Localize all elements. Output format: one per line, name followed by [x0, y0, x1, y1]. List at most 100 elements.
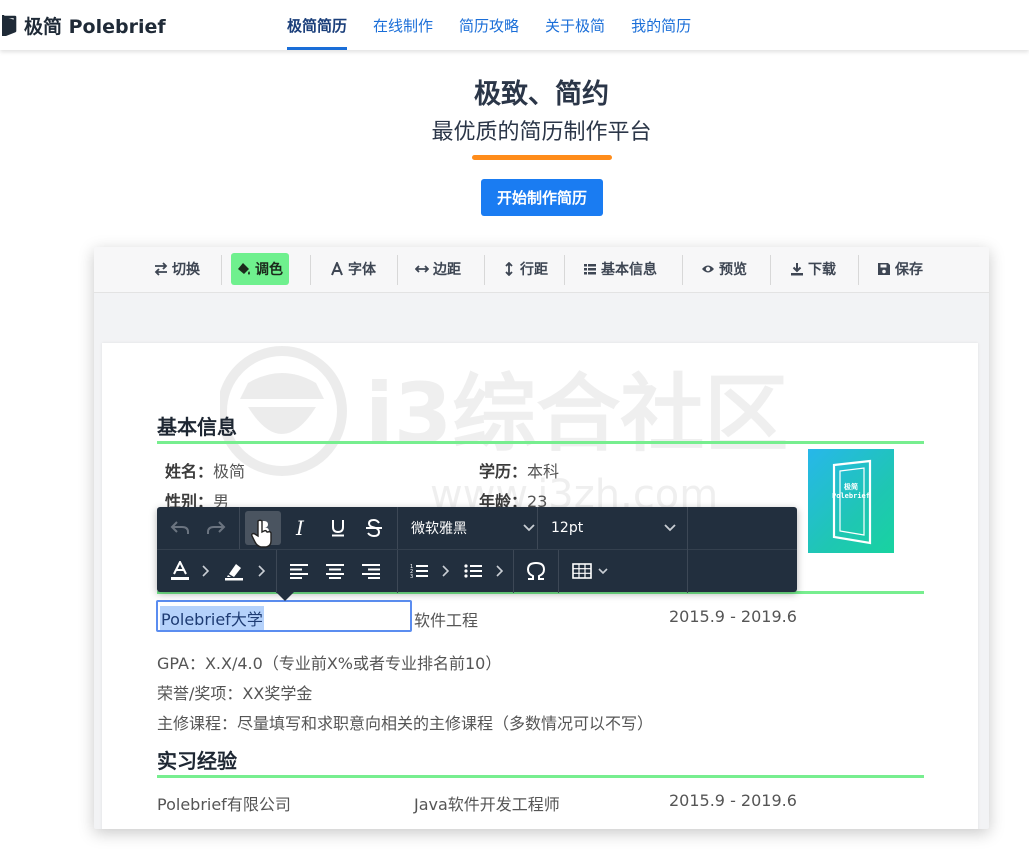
hand-cursor-icon: [251, 519, 272, 548]
toolbar-color-button[interactable]: 调色: [231, 253, 289, 285]
highlight-color-chevron[interactable]: [253, 554, 269, 588]
download-icon: [791, 263, 803, 276]
courses-line[interactable]: 主修课程：尽量填写和求职意向相关的主修课程（多数情况可以不写）: [157, 710, 653, 734]
table-chevron[interactable]: [595, 554, 611, 588]
rt-separator: [687, 508, 688, 593]
toolbar-preview-button[interactable]: 预览: [695, 253, 753, 285]
hero-divider: [472, 155, 612, 160]
resume-photo[interactable]: 极简 Polebrief: [808, 449, 894, 553]
bullet-list-button[interactable]: [459, 554, 487, 588]
numbered-list-chevron[interactable]: [437, 554, 453, 588]
education-period[interactable]: 2015.9 - 2019.6: [669, 607, 797, 626]
nav-item-about[interactable]: 关于极简: [545, 0, 605, 50]
font-family-chevron[interactable]: [523, 511, 535, 545]
highlight-color-button[interactable]: [221, 554, 247, 588]
brand[interactable]: 极简 Polebrief: [2, 13, 166, 38]
toolbar-basic-info-label: 基本信息: [601, 262, 657, 278]
numbered-list-button[interactable]: 123: [405, 554, 433, 588]
door-logo-icon: [832, 459, 872, 545]
font-icon: [331, 262, 343, 276]
toolbar-separator: [858, 255, 859, 285]
italic-button[interactable]: I: [285, 511, 315, 545]
redo-icon: [207, 521, 226, 534]
nav-item-home[interactable]: 极简简历: [287, 0, 348, 50]
underline-button[interactable]: [323, 511, 353, 545]
chevron-down-icon: [664, 524, 676, 532]
chevron-down-icon: [523, 524, 535, 532]
education-level-value: 本科: [527, 462, 560, 481]
font-family-select[interactable]: 微软雅黑: [411, 511, 467, 545]
list-icon: [584, 264, 596, 275]
font-size-select[interactable]: 12pt: [551, 511, 583, 545]
special-char-button[interactable]: [521, 554, 551, 588]
undo-button[interactable]: [165, 511, 195, 545]
redo-button[interactable]: [201, 511, 231, 545]
toolbar-separator: [397, 255, 398, 285]
strikethrough-button[interactable]: [359, 511, 389, 545]
toolbar-separator: [310, 255, 311, 285]
text-color-icon: [171, 561, 189, 580]
toolbar-basic-info-button[interactable]: 基本信息: [577, 253, 663, 285]
section-title-basic-info[interactable]: 基本信息: [157, 411, 237, 440]
section-title-internship[interactable]: 实习经验: [157, 745, 237, 774]
italic-icon: I: [296, 516, 304, 540]
education-level-field[interactable]: 学历：本科: [479, 458, 559, 482]
education-level-label: 学历：: [479, 462, 528, 481]
paint-bucket-icon: [238, 263, 250, 275]
bullet-list-icon: [464, 564, 482, 578]
toolbar-download-label: 下载: [808, 262, 836, 278]
name-field[interactable]: 姓名：极简: [165, 458, 245, 482]
major-value[interactable]: 软件工程: [414, 607, 478, 631]
nav-item-guide[interactable]: 简历攻略: [459, 0, 519, 50]
numbered-list-icon: 123: [410, 564, 428, 579]
align-right-icon: [362, 564, 380, 579]
rich-text-toolbar-row-2: 123: [157, 508, 797, 593]
eye-icon: [702, 265, 714, 273]
table-button[interactable]: [567, 554, 597, 588]
nav-item-online-make[interactable]: 在线制作: [373, 0, 433, 50]
toolbar-save-button[interactable]: 保存: [871, 253, 929, 285]
internship-period[interactable]: 2015.9 - 2019.6: [669, 791, 797, 810]
align-center-button[interactable]: [321, 554, 349, 588]
company-value[interactable]: Polebrief有限公司: [157, 791, 291, 815]
toolbar-color-label: 调色: [255, 262, 283, 278]
align-right-button[interactable]: [357, 554, 385, 588]
hero-title: 极致、简约: [474, 79, 609, 110]
rt-separator: [558, 550, 559, 593]
rt-separator: [537, 507, 538, 549]
school-input[interactable]: Polebrief大学: [156, 600, 412, 632]
underline-icon: [332, 520, 344, 537]
text-color-chevron[interactable]: [197, 554, 213, 588]
rich-text-toolbar-pointer: [276, 592, 294, 601]
toolbar-line-spacing-button[interactable]: 行距: [496, 253, 554, 285]
align-left-icon: [290, 564, 308, 579]
role-value[interactable]: Java软件开发工程师: [414, 791, 560, 815]
toolbar-margin-button[interactable]: 边距: [409, 253, 467, 285]
school-selected-text: Polebrief大学: [160, 606, 264, 630]
toolbar-switch-button[interactable]: 切换: [148, 253, 206, 285]
polebrief-logo-icon: [2, 15, 17, 36]
toolbar-separator: [221, 255, 222, 285]
name-label: 姓名：: [165, 462, 214, 481]
bullet-list-chevron[interactable]: [491, 554, 507, 588]
nav-item-my-resume[interactable]: 我的简历: [631, 0, 691, 50]
honors-line[interactable]: 荣誉/奖项：XX奖学金: [157, 680, 312, 704]
chevron-right-icon: [201, 565, 209, 577]
photo-caption: 极简 Polebrief: [832, 483, 870, 500]
toolbar-separator: [770, 255, 771, 285]
toolbar-download-button[interactable]: 下载: [784, 253, 842, 285]
toolbar-separator: [682, 255, 683, 285]
align-left-button[interactable]: [285, 554, 313, 588]
nav-links: 极简简历 在线制作 简历攻略 关于极简 我的简历: [287, 0, 717, 50]
editor-toolbar: 切换 调色 字体 边距 行距 基本信息 预览 下载 保存: [94, 247, 989, 293]
section-rule: [157, 441, 924, 444]
undo-icon: [170, 521, 189, 534]
text-color-button[interactable]: [167, 554, 193, 588]
strikethrough-icon: [366, 519, 382, 537]
toolbar-font-button[interactable]: 字体: [324, 253, 382, 285]
top-nav: 极简 Polebrief 极简简历 在线制作 简历攻略 关于极简 我的简历: [0, 0, 1029, 50]
start-resume-button[interactable]: 开始制作简历: [481, 179, 603, 216]
gpa-line[interactable]: GPA：X.X/4.0（专业前X%或者专业排名前10）: [157, 650, 501, 674]
font-size-chevron[interactable]: [664, 511, 676, 545]
toolbar-preview-label: 预览: [719, 262, 747, 278]
